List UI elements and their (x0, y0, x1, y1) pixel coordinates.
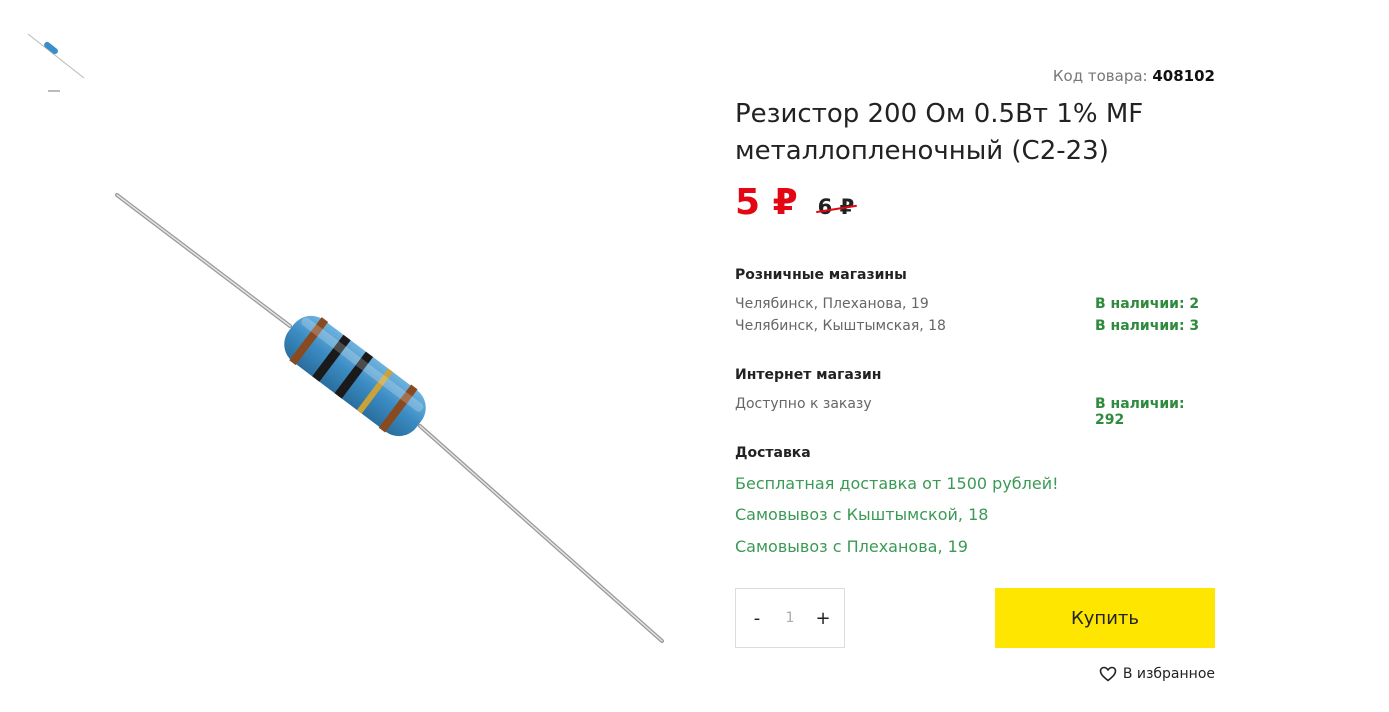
online-stock: В наличии: 292 (1095, 396, 1185, 428)
quantity-input[interactable] (775, 610, 805, 626)
quantity-stepper: - + (735, 588, 845, 648)
online-availability: Доступно к заказу (735, 396, 872, 412)
resistor-lead-right (418, 424, 664, 643)
buy-button[interactable]: Купить (995, 588, 1215, 648)
current-price: 5 ₽ (735, 182, 798, 223)
retail-stores-title: Розничные магазины (735, 267, 907, 283)
quantity-decrease-button[interactable]: - (746, 603, 768, 633)
product-code-value: 408102 (1152, 67, 1215, 85)
product-title: Резистор 200 Ом 0.5Вт 1% MF металлоплено… (735, 99, 1144, 166)
online-store-title: Интернет магазин (735, 367, 882, 383)
heart-icon (1099, 666, 1117, 682)
add-to-favorites[interactable]: В избранное (1099, 666, 1215, 682)
store-stock: В наличии: 3 (1095, 318, 1200, 334)
product-thumbnail[interactable] (24, 30, 86, 82)
product-code: Код товара: 408102 (1053, 67, 1215, 85)
store-address: Челябинск, Кыштымская, 18 (735, 318, 946, 334)
resistor-lead-left (115, 193, 292, 328)
product-main-image[interactable] (100, 180, 680, 660)
delivery-title: Доставка (735, 445, 811, 461)
store-row: Челябинск, Кыштымская, 18 В наличии: 3 (735, 318, 1215, 338)
pickup-plekhanova-link[interactable]: Самовывоз с Плеханова, 19 (735, 537, 968, 556)
pickup-kyshtymskaya-link[interactable]: Самовывоз с Кыштымской, 18 (735, 505, 988, 524)
store-address: Челябинск, Плеханова, 19 (735, 296, 929, 312)
price-block: 5 ₽ 6 ₽ (735, 182, 854, 228)
product-info: Код товара: 408102 Резистор 200 Ом 0.5Вт… (735, 0, 1215, 712)
thumbnail-strip (24, 30, 86, 92)
online-store-row: Доступно к заказу В наличии: 292 (735, 396, 1215, 428)
store-stock: В наличии: 2 (1095, 296, 1200, 312)
quantity-increase-button[interactable]: + (812, 603, 834, 633)
favorites-label: В избранное (1122, 666, 1215, 682)
product-code-label: Код товара: (1052, 67, 1148, 85)
delivery-free-link[interactable]: Бесплатная доставка от 1500 рублей! (735, 474, 1059, 493)
old-price: 6 ₽ (817, 195, 855, 219)
thumbnail-indicator (48, 90, 60, 92)
resistor-body (284, 315, 426, 437)
store-row: Челябинск, Плеханова, 19 В наличии: 2 (735, 296, 1215, 316)
